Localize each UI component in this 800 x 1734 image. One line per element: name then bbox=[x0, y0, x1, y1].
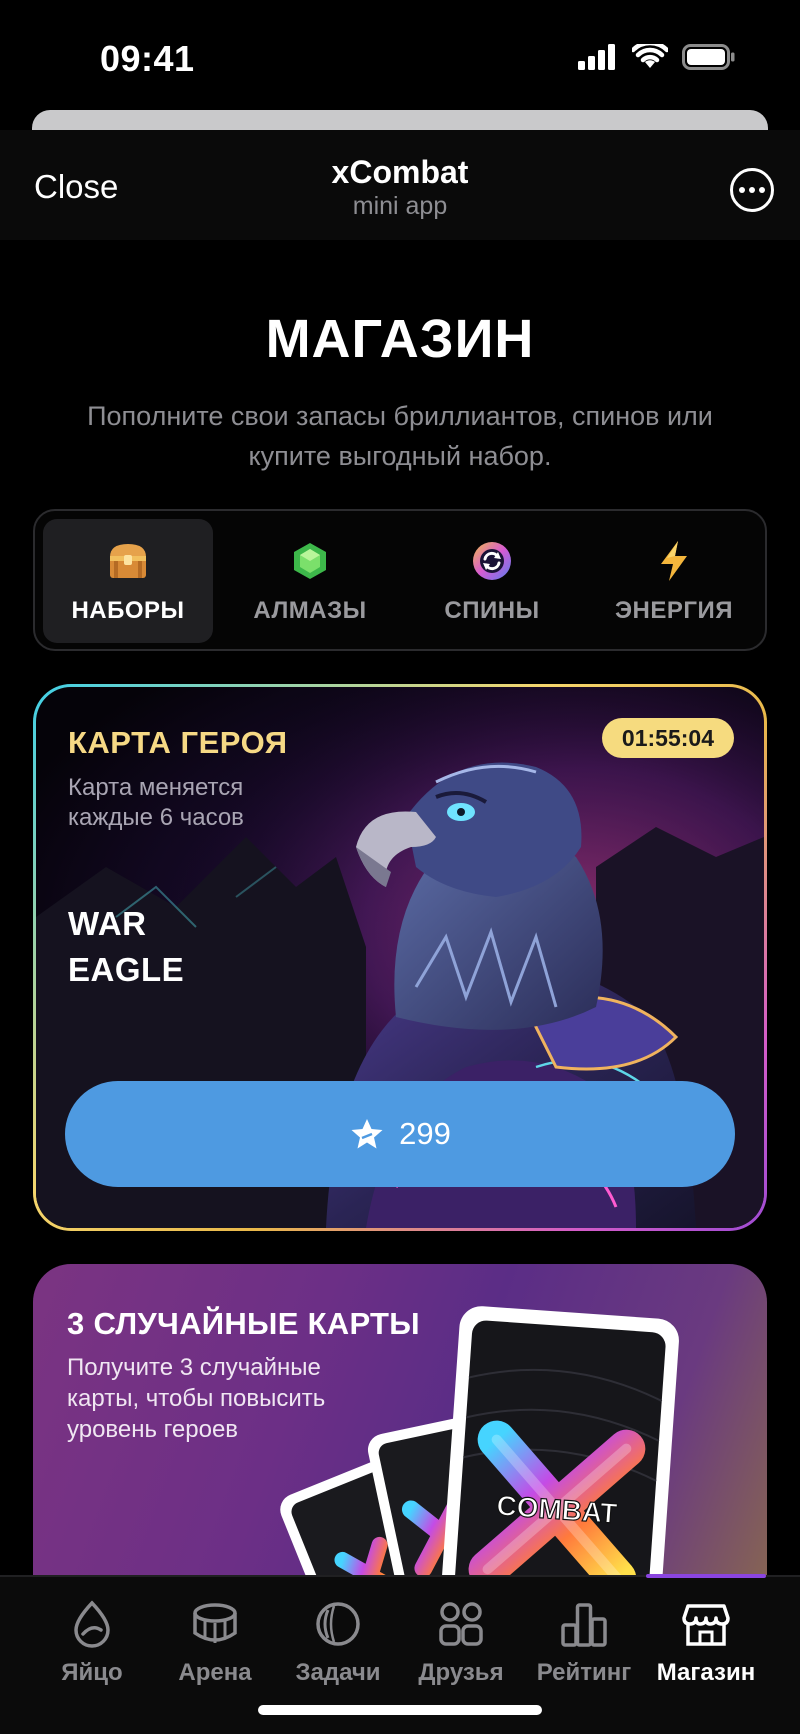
nav-rating[interactable]: Рейтинг bbox=[524, 1599, 644, 1687]
shop-icon bbox=[681, 1599, 731, 1649]
tab-sets-label: НАБОРЫ bbox=[71, 597, 185, 624]
chest-icon bbox=[106, 539, 150, 583]
tab-spins[interactable]: СПИНЫ bbox=[407, 519, 577, 643]
arena-icon bbox=[190, 1599, 240, 1649]
nav-shop[interactable]: Магазин bbox=[646, 1599, 766, 1687]
app-subtitle: mini app bbox=[352, 192, 448, 220]
tasks-icon bbox=[313, 1599, 363, 1649]
battery-icon bbox=[682, 44, 735, 70]
tab-diamonds[interactable]: АЛМАЗЫ bbox=[225, 519, 395, 643]
pack-title: 3 СЛУЧАЙНЫЕ КАРТЫ bbox=[67, 1306, 420, 1341]
home-indicator bbox=[258, 1705, 542, 1715]
nav-friends[interactable]: Друзья bbox=[401, 1599, 521, 1687]
countdown-timer: 01:55:04 bbox=[601, 718, 734, 758]
wifi-icon bbox=[632, 44, 668, 68]
page-description: Пополните свои запасы бриллиантов, спино… bbox=[87, 401, 713, 471]
pack-description: Получите 3 случайные карты, чтобы повыси… bbox=[67, 1354, 326, 1443]
lightning-icon bbox=[652, 539, 696, 583]
nav-tasks[interactable]: Задачи bbox=[278, 1599, 398, 1687]
hero-card[interactable]: КАРТА ГЕРОЯ Карта меняется каждые 6 часо… bbox=[33, 684, 767, 1231]
category-tabs: НАБОРЫ АЛМАЗЫ СПИНЫ ЭНЕРГИЯ bbox=[33, 509, 767, 651]
status-time: 09:41 bbox=[100, 38, 195, 79]
more-icon bbox=[739, 187, 745, 193]
sheet-backdrop bbox=[32, 110, 768, 130]
status-icons bbox=[578, 44, 736, 70]
app-title: xCombat bbox=[331, 154, 469, 190]
hero-card-description: Карта меняется каждые 6 часов bbox=[68, 774, 244, 831]
tab-spins-label: СПИНЫ bbox=[444, 597, 540, 624]
hero-name-line2: EAGLE bbox=[68, 951, 185, 988]
status-bar: 09:41 bbox=[0, 0, 800, 110]
tab-energy-label: ЭНЕРГИЯ bbox=[614, 597, 734, 624]
signal-icon bbox=[578, 44, 615, 70]
tab-diamonds-label: АЛМАЗЫ bbox=[253, 597, 367, 624]
nav-rating-label: Рейтинг bbox=[536, 1659, 632, 1686]
nav-arena[interactable]: Арена bbox=[155, 1599, 275, 1687]
rating-icon bbox=[559, 1599, 609, 1649]
tab-sets[interactable]: НАБОРЫ bbox=[43, 519, 213, 643]
app-header: Close xCombat mini app bbox=[0, 130, 800, 240]
more-options-button[interactable] bbox=[730, 168, 774, 212]
hero-name-line1: WAR bbox=[68, 905, 147, 942]
hero-name: WAR EAGLE bbox=[68, 901, 184, 993]
gem-icon bbox=[288, 539, 332, 583]
hero-card-title: КАРТА ГЕРОЯ bbox=[68, 725, 288, 760]
nav-egg-label: Яйцо bbox=[61, 1659, 123, 1686]
nav-egg[interactable]: Яйцо bbox=[32, 1599, 152, 1687]
nav-shop-label: Магазин bbox=[656, 1659, 756, 1686]
star-icon bbox=[351, 1119, 383, 1149]
friends-icon bbox=[436, 1599, 486, 1649]
nav-arena-label: Арена bbox=[178, 1659, 252, 1686]
nav-friends-label: Друзья bbox=[418, 1659, 504, 1686]
active-tab-indicator bbox=[646, 1574, 766, 1578]
price-label: 299 bbox=[399, 1116, 451, 1151]
buy-hero-card-button[interactable]: 299 bbox=[65, 1081, 735, 1187]
nav-tasks-label: Задачи bbox=[295, 1659, 381, 1686]
spin-icon bbox=[470, 539, 514, 583]
tab-energy[interactable]: ЭНЕРГИЯ bbox=[589, 519, 759, 643]
page-title: МАГАЗИН bbox=[265, 309, 535, 369]
egg-icon bbox=[67, 1599, 117, 1649]
